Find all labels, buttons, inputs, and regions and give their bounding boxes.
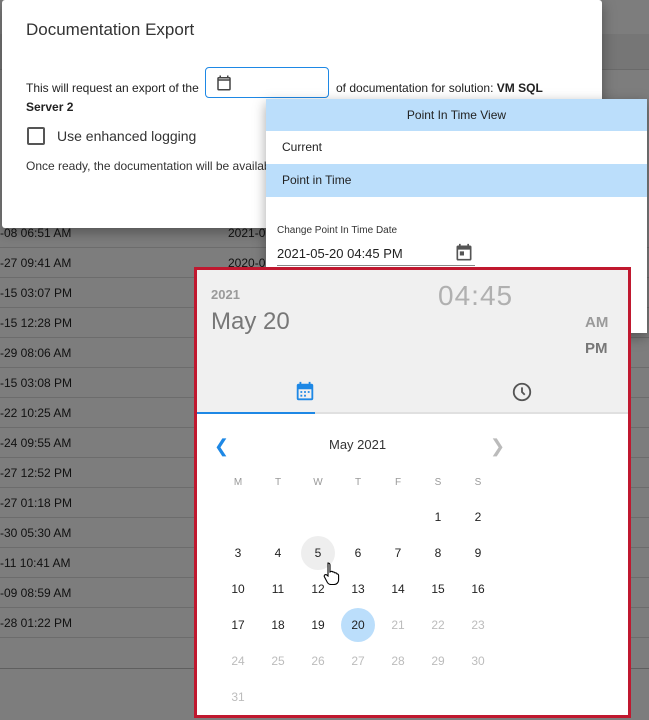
calendar-day: 23 [471, 618, 485, 632]
row-timestamp: -15 03:07 PM [0, 286, 73, 300]
weekday-header: T [354, 477, 362, 488]
dialog-title: Documentation Export [26, 20, 195, 39]
calendar-body: ❮ May 2021 ❯ MTWTFSS 1 2 3 4 5 6 7 8 9 10 11 12 13 14… [197, 414, 628, 715]
picker-hours[interactable]: 04 [438, 280, 471, 311]
row-timestamp: -27 09:41 AM [0, 256, 72, 270]
row-timestamp: -30 05:30 AM [0, 526, 72, 540]
row-timestamp: -15 12:28 PM [0, 316, 73, 330]
calendar-day: 31 [231, 690, 245, 704]
picker-year[interactable]: 2021 [211, 287, 240, 302]
row-timestamp: -27 12:52 PM [0, 466, 73, 480]
calendar-day: 24 [231, 654, 245, 668]
calendar-day[interactable]: 2 [461, 500, 495, 534]
calendar-day: 28 [391, 654, 405, 668]
calendar-day[interactable]: 15 [421, 572, 455, 606]
calendar-day[interactable]: 17 [221, 608, 255, 642]
change-date-label: Change Point In Time Date [277, 225, 398, 236]
weekday-header: S [474, 477, 482, 488]
export-text-before: This will request an export of the [26, 81, 199, 95]
calendar-day: 26 [311, 654, 325, 668]
am-toggle[interactable]: AM [585, 314, 608, 331]
hand-cursor-icon [323, 562, 340, 585]
calendar-day: 22 [431, 618, 445, 632]
ready-notice-text: Once ready, the documentation will be av… [26, 159, 271, 173]
row-timestamp: -08 06:51 AM [0, 226, 72, 240]
weekday-header: W [313, 477, 323, 488]
picker-minutes[interactable]: 45 [480, 280, 513, 311]
weekday-header: T [274, 477, 282, 488]
row-timestamp: -28 01:22 PM [0, 616, 73, 630]
weekday-header: F [394, 477, 402, 488]
time-tab-clock-icon[interactable] [511, 381, 533, 403]
calendar-day: 29 [431, 654, 445, 668]
weekday-header: M [233, 477, 243, 488]
calendar-day[interactable]: 10 [221, 572, 255, 606]
row-timestamp: -11 10:41 AM [0, 556, 71, 570]
row-timestamp: -27 01:18 PM [0, 496, 73, 510]
calendar-day[interactable]: 16 [461, 572, 495, 606]
point-in-time-date-field[interactable]: 2021-05-20 04:45 PM [277, 246, 403, 261]
option-current[interactable]: Current [266, 131, 647, 164]
calendar-day[interactable]: 13 [341, 572, 375, 606]
row-timestamp: -09 08:59 AM [0, 586, 72, 600]
row-timestamp: -24 09:55 AM [0, 436, 72, 450]
calendar-day[interactable]: 6 [341, 536, 375, 570]
weekday-header: S [434, 477, 442, 488]
row-timestamp: -29 08:06 AM [0, 346, 72, 360]
calendar-day[interactable]: 4 [261, 536, 295, 570]
export-text-after: of documentation for solution: VM SQL [336, 81, 543, 95]
calendar-picker-icon[interactable] [454, 243, 474, 263]
point-in-time-date-input[interactable] [205, 67, 329, 98]
point-in-time-header: Point In Time View [266, 99, 647, 131]
calendar-day: 30 [471, 654, 485, 668]
date-field-underline [277, 265, 475, 266]
calendar-day[interactable]: 7 [381, 536, 415, 570]
picker-date[interactable]: May 20 [211, 308, 290, 336]
calendar-day[interactable]: 20 [341, 608, 375, 642]
calendar-day: 25 [271, 654, 285, 668]
time-separator: : [471, 280, 480, 311]
calendar-day[interactable]: 9 [461, 536, 495, 570]
picker-header: 2021 May 20 04:45 AM PM [197, 270, 628, 412]
date-time-picker: 2021 May 20 04:45 AM PM ❮ May 2021 ❯ MTW… [194, 267, 631, 718]
enhanced-logging-label[interactable]: Use enhanced logging [57, 128, 196, 144]
calendar-day[interactable]: 19 [301, 608, 335, 642]
row-timestamp: -22 10:25 AM [0, 406, 72, 420]
enhanced-logging-checkbox[interactable] [27, 127, 45, 145]
picker-time: 04:45 [438, 280, 513, 312]
calendar-day[interactable]: 18 [261, 608, 295, 642]
next-month-chevron-icon[interactable]: ❯ [490, 436, 505, 457]
pm-toggle[interactable]: PM [585, 340, 608, 357]
export-text-after-label: of documentation for solution: [336, 81, 494, 95]
calendar-day[interactable]: 8 [421, 536, 455, 570]
solution-name-part2: Server 2 [26, 100, 74, 114]
calendar-day[interactable]: 3 [221, 536, 255, 570]
date-tab-calendar-icon[interactable] [294, 381, 316, 403]
calendar-day[interactable]: 1 [421, 500, 455, 534]
calendar-day[interactable]: 14 [381, 572, 415, 606]
calendar-day: 21 [391, 618, 405, 632]
month-label: May 2021 [329, 437, 387, 452]
calendar-icon [217, 75, 231, 91]
calendar-day: 27 [351, 654, 365, 668]
calendar-day[interactable]: 11 [261, 572, 295, 606]
row-timestamp: -15 03:08 PM [0, 376, 73, 390]
solution-name-part1: VM SQL [496, 81, 543, 95]
previous-month-chevron-icon[interactable]: ❮ [214, 436, 229, 457]
row-date: 2021-0 [228, 226, 266, 240]
option-point-in-time[interactable]: Point in Time [266, 164, 647, 197]
